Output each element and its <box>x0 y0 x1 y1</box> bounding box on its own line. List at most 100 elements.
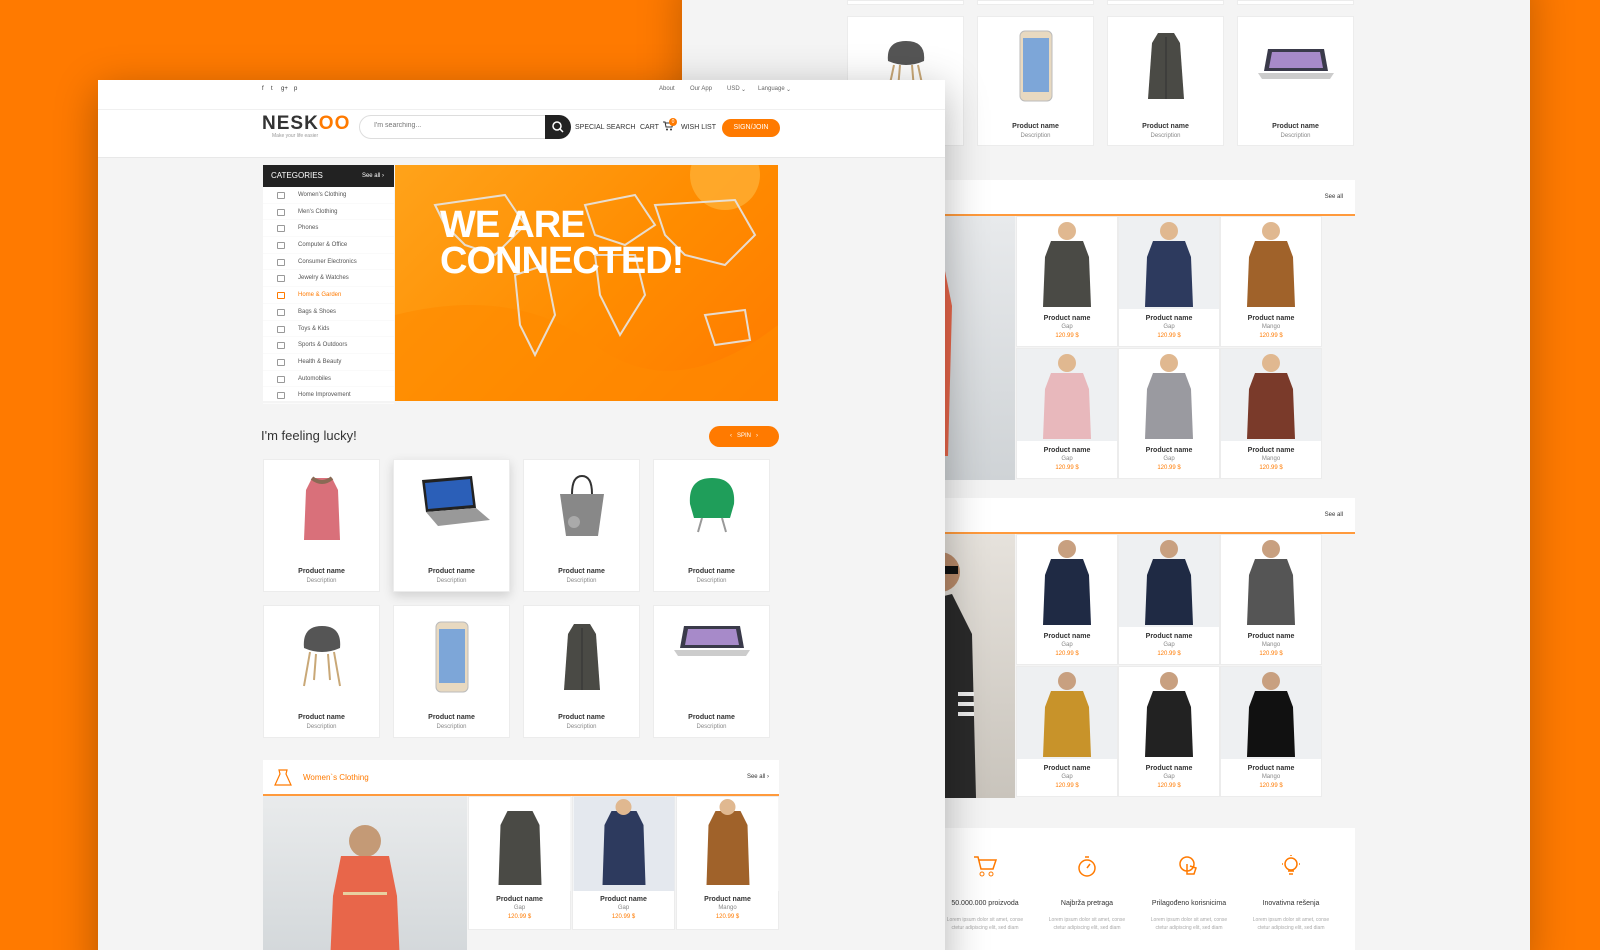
product-card[interactable]: Product name Description <box>263 459 380 592</box>
product-image <box>1221 349 1321 441</box>
product-card[interactable]: Product name Gap 120.99 $ <box>1016 666 1118 797</box>
see-all-link[interactable]: See all <box>1325 194 1343 200</box>
product-card[interactable]: Product name Gap 120.99 $ <box>1118 348 1220 479</box>
product-brand: Gap <box>1163 324 1175 330</box>
product-card[interactable]: Product name Description <box>653 459 770 592</box>
product-card[interactable]: Product name Mango 120.99 $ <box>1220 534 1322 665</box>
category-label: Jewelry & Watches <box>298 275 349 282</box>
product-card[interactable]: Product name Gap 120.99 $ <box>1016 216 1118 347</box>
category-item[interactable]: Home Improvement <box>263 387 394 404</box>
category-label: Phones <box>298 225 319 232</box>
product-name: Product name <box>1012 123 1059 130</box>
twitter-icon[interactable]: t <box>271 86 273 92</box>
stopwatch-icon <box>1074 854 1100 883</box>
spin-button[interactable]: ‹ SPIN › <box>709 426 779 447</box>
product-card-partial[interactable] <box>1237 0 1354 5</box>
product-card[interactable]: Product name Mango 120.99 $ <box>676 796 779 930</box>
product-card[interactable]: Product name Gap 120.99 $ <box>1016 534 1118 665</box>
product-card[interactable]: Product name Description <box>1237 16 1354 146</box>
categories-see-all[interactable]: See all › <box>362 165 384 187</box>
product-card[interactable]: Product name Gap 120.99 $ <box>1118 666 1220 797</box>
product-description: Description <box>1280 133 1311 139</box>
category-item[interactable]: Consumer Electronics <box>263 254 394 271</box>
category-label: Automobiles <box>298 375 332 382</box>
category-item[interactable]: Bags & Shoes <box>263 304 394 321</box>
laptop-icon <box>1257 49 1334 79</box>
product-name: Product name <box>688 568 735 575</box>
category-item[interactable]: Phones <box>263 220 394 238</box>
currency-dropdown[interactable]: USD <box>727 86 740 92</box>
laptop-icon <box>412 474 492 537</box>
product-image <box>1017 667 1117 759</box>
feature-item: Prilagođeno korisnicima Lorem ipsum dolor… <box>1138 840 1240 950</box>
sign-join-button[interactable]: SIGN/JOIN <box>722 119 780 137</box>
product-description: Description <box>696 724 727 730</box>
wish-list-link[interactable]: WISH LIST <box>681 124 716 131</box>
product-card[interactable]: Product name Mango 120.99 $ <box>1220 348 1322 479</box>
category-item[interactable]: Sports & Outdoors <box>263 337 394 354</box>
product-card[interactable]: Product name Description <box>393 605 510 738</box>
category-item[interactable]: Computer & Office <box>263 237 394 254</box>
category-item[interactable]: Home & Garden <box>263 287 394 304</box>
coat-icon <box>300 474 344 549</box>
category-label: Toys & Kids <box>298 325 330 332</box>
category-label: Home & Garden <box>298 292 342 299</box>
pinterest-icon[interactable]: p <box>294 86 297 92</box>
product-name: Product name <box>1247 765 1295 772</box>
product-card[interactable]: Product name Description <box>1107 16 1224 146</box>
hero-banner[interactable]: WE ARE CONNECTED! <box>395 165 778 401</box>
logo[interactable]: NESKOO <box>262 113 350 135</box>
category-item[interactable]: Health & Beauty <box>263 354 394 371</box>
product-card-partial[interactable] <box>1107 0 1224 5</box>
product-price: 120.99 $ <box>1055 651 1079 657</box>
product-card[interactable]: Product name Description <box>523 459 640 592</box>
product-card-partial[interactable] <box>977 0 1094 5</box>
cart-link[interactable]: CART <box>640 124 659 131</box>
product-brand: Gap <box>1061 642 1073 648</box>
product-price: 120.99 $ <box>715 914 740 920</box>
product-card[interactable]: Product name Gap 120.99 $ <box>1016 348 1118 479</box>
product-price: 120.99 $ <box>1055 783 1079 789</box>
about-link[interactable]: About <box>659 86 675 92</box>
our-app-link[interactable]: Our App <box>690 86 712 92</box>
see-all-link[interactable]: See all › <box>747 774 769 780</box>
logo-text: NESK <box>262 113 319 134</box>
product-card[interactable]: Product name Mango 120.99 $ <box>1220 666 1322 797</box>
product-card[interactable]: Product name Gap 120.99 $ <box>1118 216 1220 347</box>
product-brand: Mango <box>1261 456 1281 462</box>
category-icon <box>277 258 285 266</box>
product-card-partial[interactable] <box>847 0 964 5</box>
language-dropdown[interactable]: Language <box>758 86 785 92</box>
search-input[interactable] <box>374 122 534 129</box>
product-name: Product name <box>1272 123 1319 130</box>
product-image <box>677 797 778 891</box>
product-name: Product name <box>1145 315 1193 322</box>
category-item[interactable]: Toys & Kids <box>263 321 394 338</box>
category-icon <box>277 358 285 366</box>
product-card[interactable]: Product name Gap 120.99 $ <box>572 796 675 930</box>
category-item[interactable]: Women's Clothing <box>263 187 394 204</box>
product-card[interactable]: Product name Description <box>263 605 380 738</box>
product-card[interactable]: Product name Mango 120.99 $ <box>1220 216 1322 347</box>
search-button[interactable] <box>545 115 571 139</box>
special-search-link[interactable]: SPECIAL SEARCH <box>575 124 635 131</box>
see-all-link[interactable]: See all <box>1325 512 1343 518</box>
product-card[interactable]: Product name Description <box>977 16 1094 146</box>
category-list: Women's Clothing Men's Clothing Phones Comp… <box>263 187 394 404</box>
search-field[interactable] <box>359 115 568 139</box>
section-header: ning See all <box>912 180 1355 216</box>
facebook-icon[interactable]: f <box>262 86 264 92</box>
product-description: Description <box>1020 133 1051 139</box>
category-item[interactable]: Automobiles <box>263 371 394 388</box>
google-plus-icon[interactable]: g+ <box>281 86 288 92</box>
category-item[interactable]: Men's Clothing <box>263 204 394 221</box>
product-card[interactable]: Product name Description <box>393 459 510 592</box>
product-card[interactable]: Product name Gap 120.99 $ <box>1118 534 1220 665</box>
product-card[interactable]: Product name Description <box>523 605 640 738</box>
category-icon <box>277 192 285 199</box>
category-item[interactable]: Jewelry & Watches <box>263 270 394 288</box>
product-card[interactable]: Product name Description <box>653 605 770 738</box>
product-name: Product name <box>1043 447 1091 454</box>
phone-icon <box>432 620 472 699</box>
product-card[interactable]: Product name Gap 120.99 $ <box>468 796 571 930</box>
